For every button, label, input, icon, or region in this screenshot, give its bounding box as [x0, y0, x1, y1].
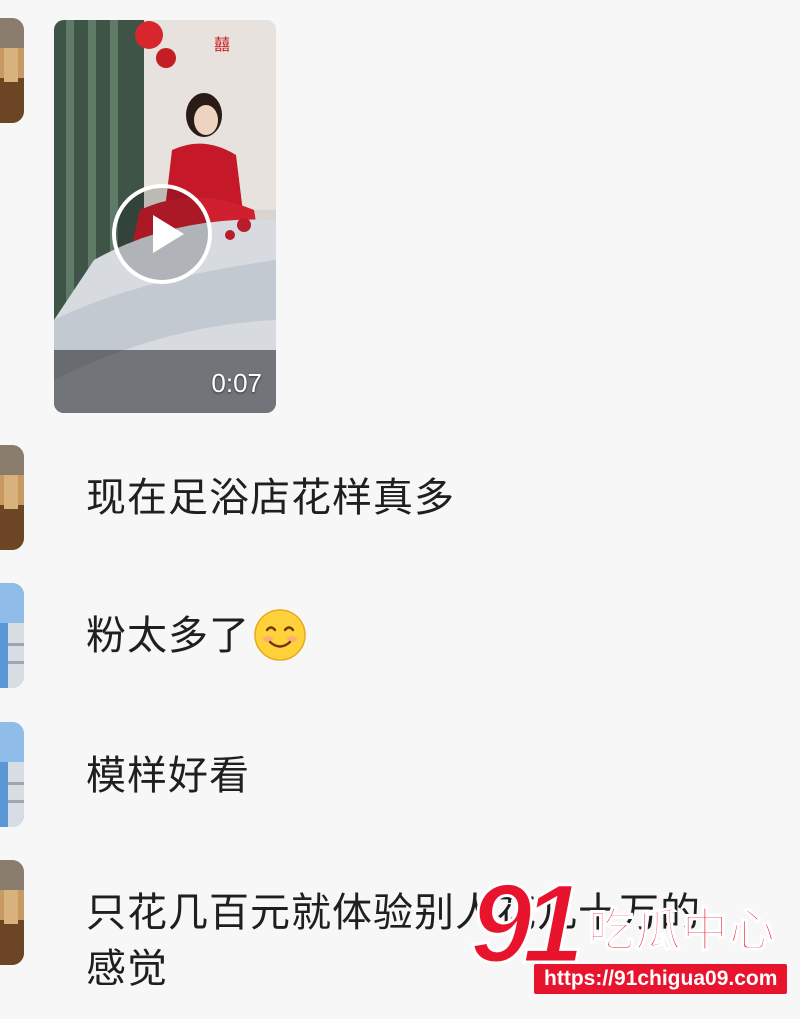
play-button[interactable] [112, 184, 212, 284]
watermark-url: https://91chigua09.com [534, 964, 788, 994]
avatar[interactable] [0, 18, 24, 123]
message-text: 粉太多了 [86, 608, 306, 664]
watermark: 91 吃瓜中心 https://91chigua09.com [469, 866, 800, 1019]
avatar[interactable] [0, 860, 24, 965]
smiling-face-emoji [254, 609, 306, 661]
video-message[interactable]: 囍 0:07 [54, 20, 276, 413]
avatar[interactable] [0, 722, 24, 827]
play-icon [153, 215, 184, 253]
avatar[interactable] [0, 445, 24, 550]
message-text: 现在足浴店花样真多 [86, 470, 455, 526]
watermark-title: 吃瓜中心 [587, 902, 776, 958]
video-duration: 0:07 [211, 368, 262, 398]
avatar[interactable] [0, 583, 24, 688]
message-text-content: 模样好看 [86, 753, 250, 799]
message-text: 模样好看 [86, 748, 250, 804]
message-text-content: 粉太多了 [86, 613, 250, 659]
message-text-content: 现在足浴店花样真多 [86, 475, 455, 521]
svg-text:囍: 囍 [214, 35, 230, 54]
